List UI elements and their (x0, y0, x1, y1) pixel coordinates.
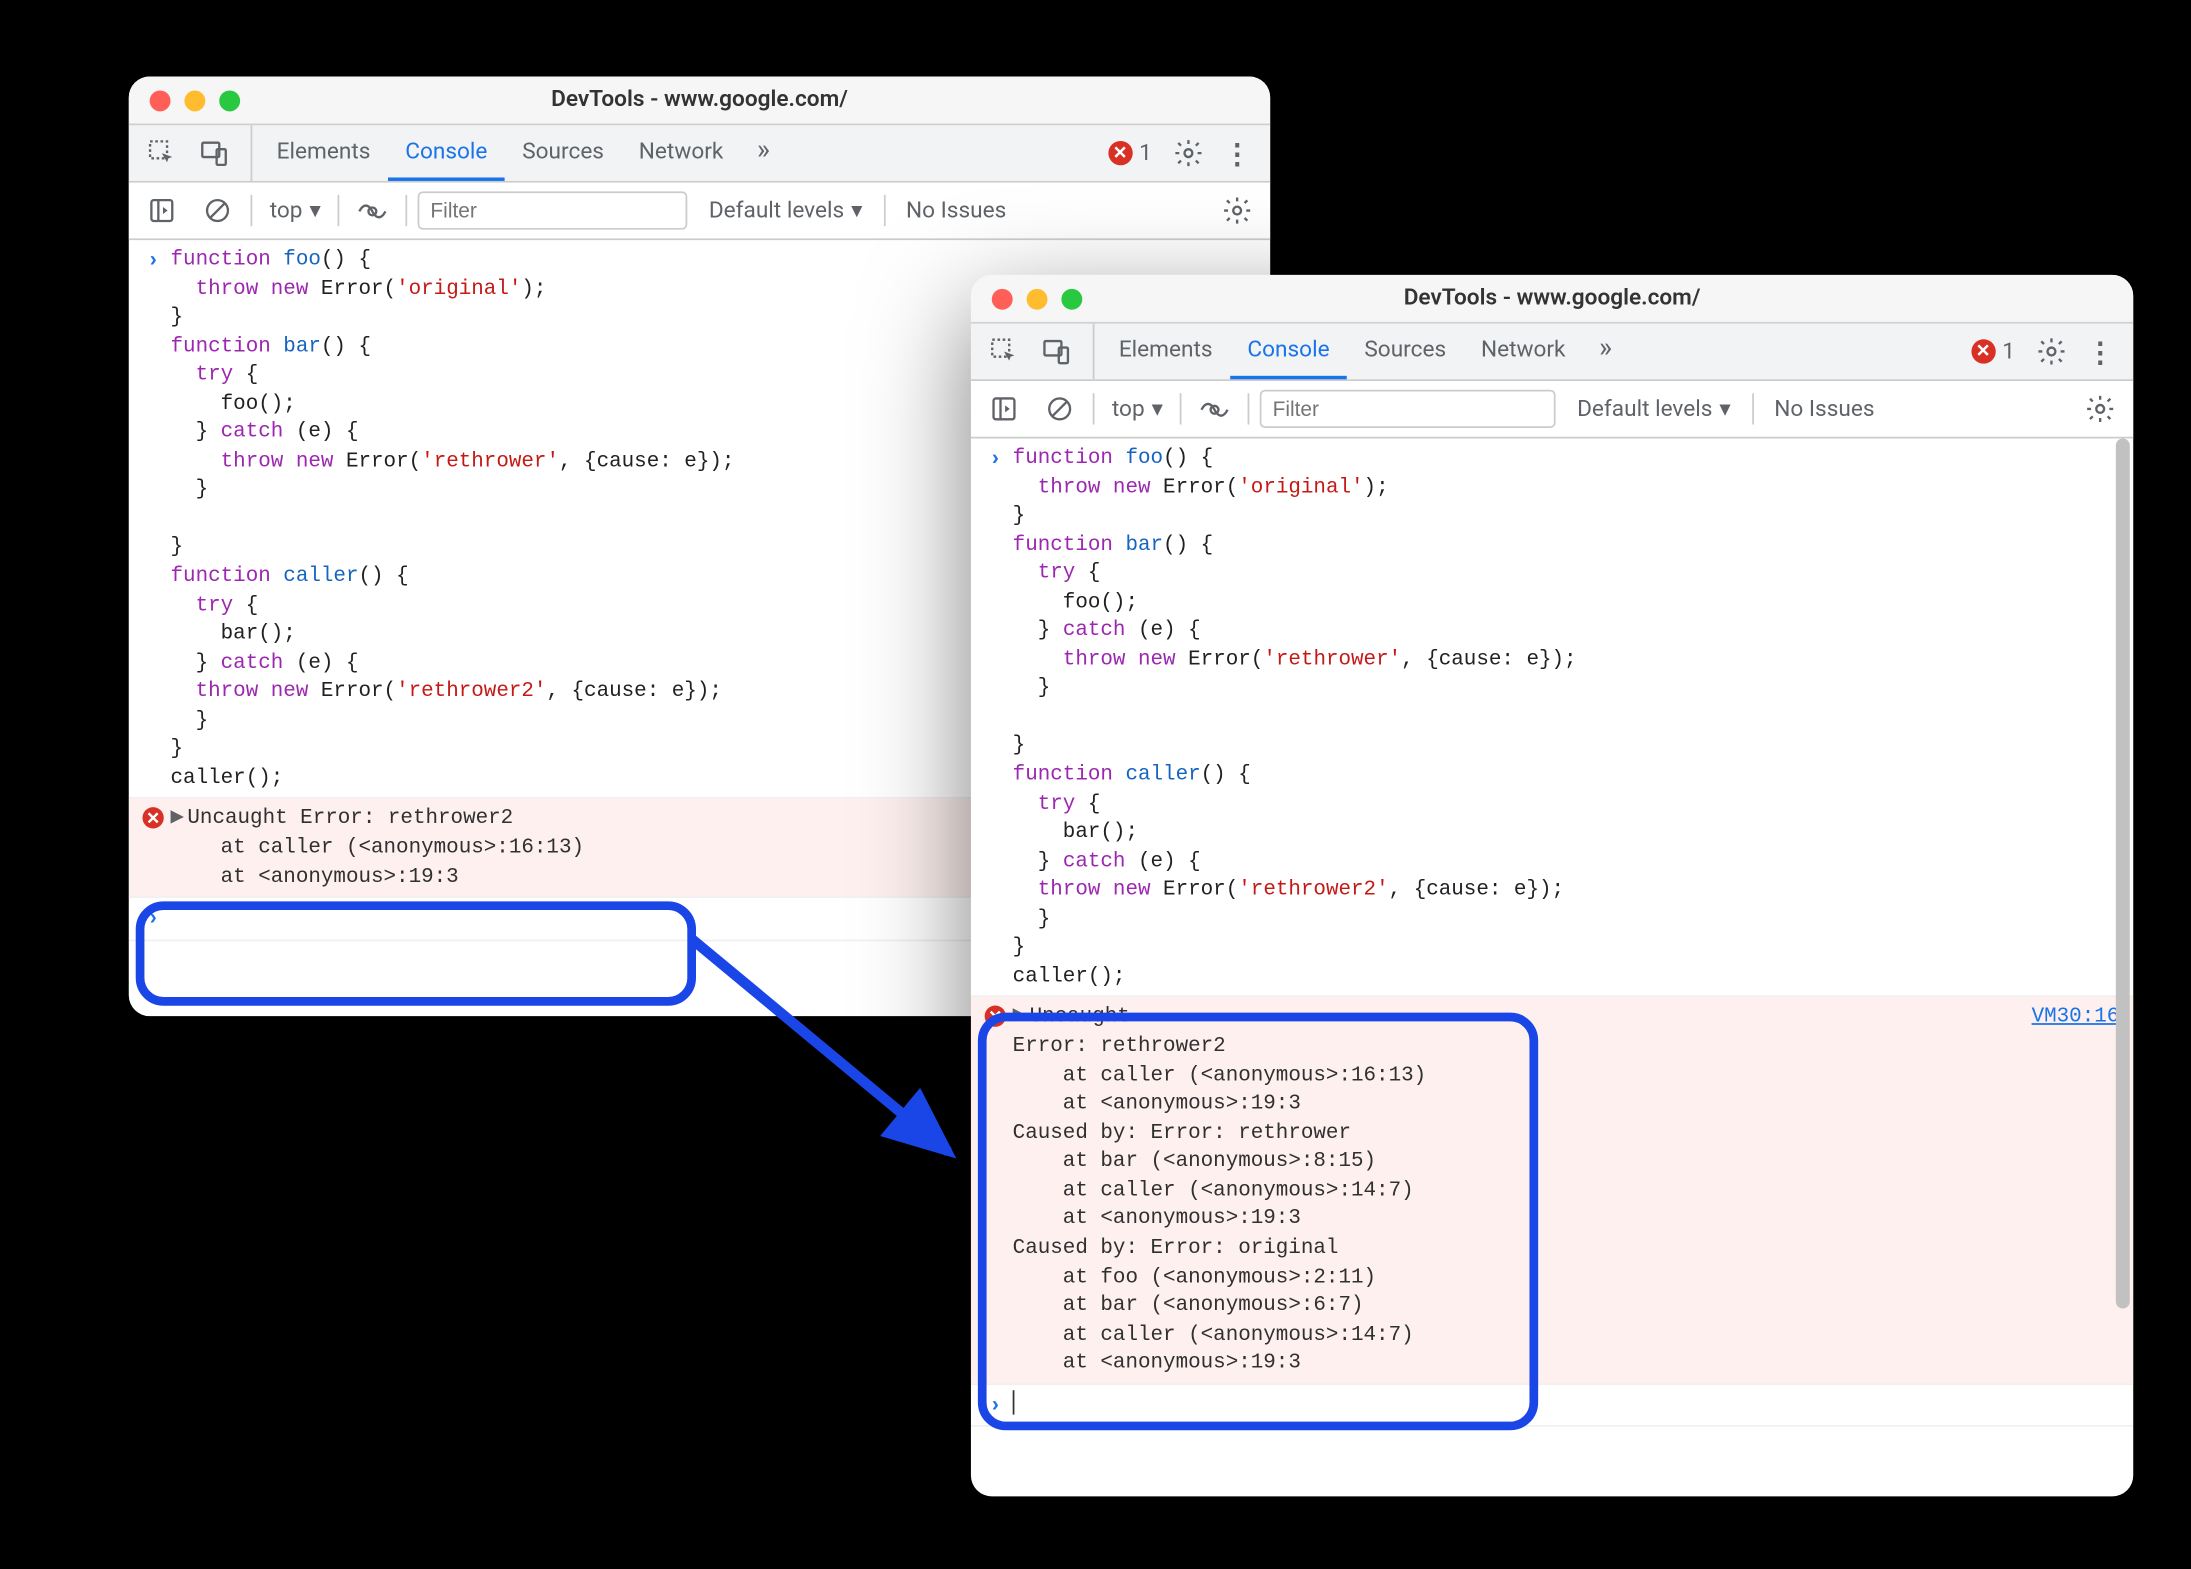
device-toolbar-icon[interactable] (191, 131, 236, 176)
tabbar: Elements Console Sources Network » ✕ 1 ⋮ (971, 324, 2133, 381)
tab-console[interactable]: Console (388, 125, 505, 181)
titlebar: DevTools - www.google.com/ (129, 77, 1270, 126)
code-entry: function foo() { throw new Error('origin… (171, 245, 735, 792)
error-counter[interactable]: ✕ 1 (1097, 140, 1162, 166)
error-count: 1 (2002, 338, 2015, 364)
tab-network[interactable]: Network (1464, 324, 1583, 380)
toggle-drawer-icon[interactable] (981, 386, 1026, 431)
code-entry: function foo() { throw new Error('origin… (1013, 444, 1577, 991)
more-tabs-icon[interactable]: » (1583, 324, 1628, 369)
disclosure-triangle-icon[interactable]: ▶ (1013, 1006, 1026, 1030)
filter-input[interactable] (1260, 390, 1556, 428)
scrollbar[interactable] (2112, 438, 2133, 1496)
prompt-chevron-icon: › (989, 1392, 1002, 1421)
toggle-drawer-icon[interactable] (139, 188, 184, 233)
kebab-menu-icon[interactable]: ⋮ (1215, 131, 1260, 176)
more-tabs-icon[interactable]: » (741, 125, 786, 170)
error-counter[interactable]: ✕ 1 (1960, 338, 2025, 364)
disclosure-triangle-icon[interactable]: ▶ (171, 808, 184, 832)
tab-elements[interactable]: Elements (1101, 324, 1230, 380)
console-settings-icon[interactable] (1215, 188, 1260, 233)
tabbar: Elements Console Sources Network » ✕ 1 ⋮ (129, 125, 1270, 182)
maximize-window-button[interactable] (219, 90, 240, 111)
console-settings-icon[interactable] (2078, 386, 2123, 431)
close-window-button[interactable] (150, 90, 171, 111)
issues-counter[interactable]: No Issues (896, 197, 1017, 223)
chevron-down-icon: ▾ (1152, 396, 1163, 422)
log-levels-selector[interactable]: Default levels ▾ (1567, 396, 1742, 422)
clear-console-icon[interactable] (195, 188, 240, 233)
error-message-row[interactable]: ▶Uncaught Error: rethrower2 at caller (<… (971, 998, 2133, 1385)
issues-counter[interactable]: No Issues (1764, 396, 1885, 422)
settings-icon[interactable] (2029, 329, 2074, 374)
maximize-window-button[interactable] (1061, 288, 1082, 309)
settings-icon[interactable] (1166, 131, 1211, 176)
clear-console-icon[interactable] (1037, 386, 1082, 431)
tab-sources[interactable]: Sources (505, 125, 622, 181)
tab-sources[interactable]: Sources (1347, 324, 1464, 380)
prompt-chevron-icon: › (147, 247, 160, 276)
error-icon: ✕ (1971, 339, 1995, 363)
console-input-row[interactable]: › function foo() { throw new Error('orig… (971, 438, 2133, 997)
titlebar: DevTools - www.google.com/ (971, 275, 2133, 324)
console-body: › function foo() { throw new Error('orig… (971, 438, 2133, 1496)
inspect-element-icon[interactable] (981, 329, 1026, 374)
close-window-button[interactable] (992, 288, 1013, 309)
console-filter-bar: top ▾ Default levels ▾ No Issues (129, 183, 1270, 240)
chevron-down-icon: ▾ (851, 197, 862, 223)
devtools-window-after: DevTools - www.google.com/ Elements Cons… (971, 275, 2133, 1496)
prompt-chevron-icon: › (147, 905, 160, 934)
error-count: 1 (1139, 140, 1152, 166)
chevron-down-icon: ▾ (309, 197, 320, 223)
log-levels-selector[interactable]: Default levels ▾ (698, 197, 873, 223)
tab-elements[interactable]: Elements (259, 125, 388, 181)
window-title: DevTools - www.google.com/ (129, 87, 1270, 113)
execution-context-selector[interactable]: top ▾ (1105, 396, 1170, 422)
minimize-window-button[interactable] (184, 90, 205, 111)
live-expression-icon[interactable] (1193, 386, 1238, 431)
prompt-chevron-icon: › (989, 445, 1002, 474)
console-prompt-row[interactable]: › (971, 1385, 2133, 1428)
tab-network[interactable]: Network (621, 125, 740, 181)
console-filter-bar: top ▾ Default levels ▾ No Issues (971, 381, 2133, 438)
kebab-menu-icon[interactable]: ⋮ (2078, 329, 2123, 374)
tab-console[interactable]: Console (1230, 324, 1347, 380)
chevron-down-icon: ▾ (1719, 396, 1730, 422)
inspect-element-icon[interactable] (139, 131, 184, 176)
minimize-window-button[interactable] (1027, 288, 1048, 309)
live-expression-icon[interactable] (350, 188, 395, 233)
device-toolbar-icon[interactable] (1034, 329, 1079, 374)
execution-context-selector[interactable]: top ▾ (263, 197, 328, 223)
window-title: DevTools - www.google.com/ (971, 285, 2133, 311)
source-location-link[interactable]: VM30:16 (2011, 1003, 2120, 1032)
filter-input[interactable] (418, 191, 688, 229)
error-icon: ✕ (1108, 141, 1132, 165)
